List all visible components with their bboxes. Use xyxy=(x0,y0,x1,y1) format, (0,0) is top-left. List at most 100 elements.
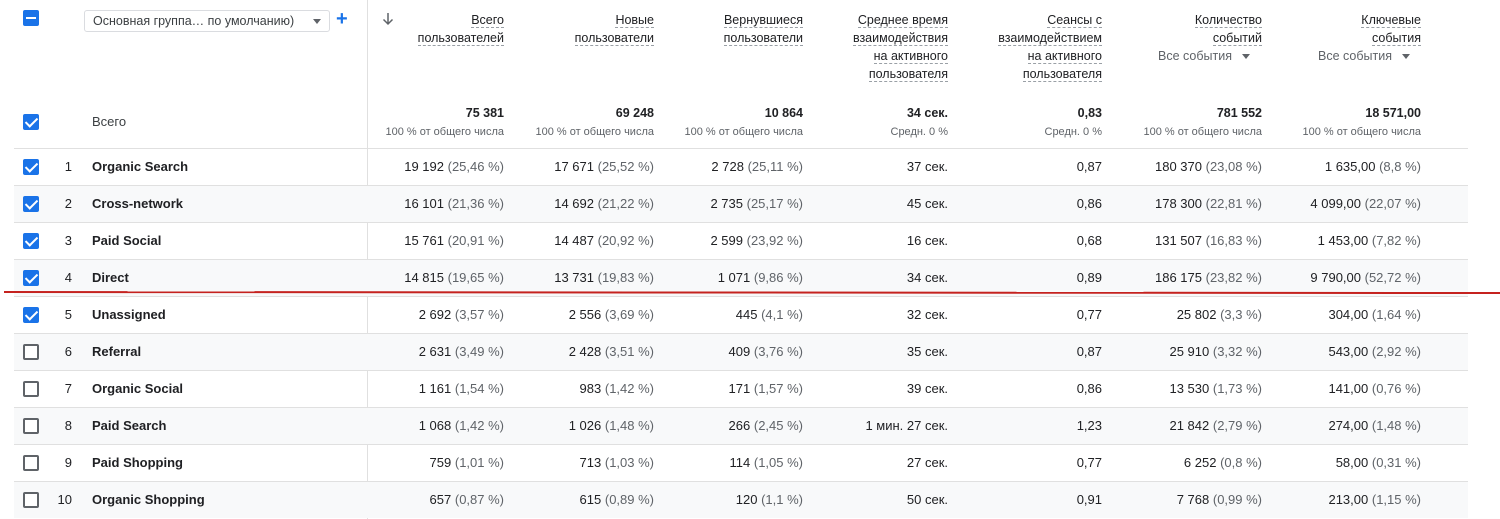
row-channel-name: Referral xyxy=(92,344,142,359)
cell-percent: (23,92 %) xyxy=(746,233,803,248)
cell-value: 266 xyxy=(728,418,751,433)
cell-value: 304,00 xyxy=(1328,307,1369,322)
cell-percent: (22,07 %) xyxy=(1364,196,1421,211)
header-new-users[interactable]: Новые пользователи xyxy=(514,11,654,47)
cell-new-users: 1 026 (1,48 %) xyxy=(569,408,654,444)
row-checkbox[interactable] xyxy=(23,159,39,175)
add-dimension-button[interactable]: + xyxy=(336,9,350,29)
row-checkbox[interactable] xyxy=(23,270,39,286)
cell-percent: (1,15 %) xyxy=(1371,492,1421,507)
table-row[interactable]: 8 Paid Search 1 068 (1,42 %) 1 026 (1,48 %)… xyxy=(14,407,1468,444)
row-channel-name: Organic Social xyxy=(92,381,184,396)
header-total-users[interactable]: Всего пользователей xyxy=(364,11,504,47)
cell-percent: (8,8 %) xyxy=(1379,159,1421,174)
row-index: 5 xyxy=(64,307,72,322)
table-row[interactable]: 6 Referral 2 631 (3,49 %) 2 428 (3,51 %) 409… xyxy=(14,333,1468,370)
cell-event-count: 21 842 (2,79 %) xyxy=(1169,408,1262,444)
cell-avg-engagement-time: 27 сек. xyxy=(907,445,948,481)
cell-percent: (1,54 %) xyxy=(454,381,504,396)
cell-percent: (2,92 %) xyxy=(1371,344,1421,359)
cell-value: 1 453,00 xyxy=(1317,233,1369,248)
row-checkbox[interactable] xyxy=(23,344,39,360)
cell-value: 713 xyxy=(579,455,602,470)
cell-value: 114 xyxy=(729,455,751,470)
cell-value: 1 635,00 xyxy=(1324,159,1376,174)
header-avg-engagement-time[interactable]: Среднее время взаимодействия на активног… xyxy=(808,11,948,83)
cell-engaged-sessions: 0,87 xyxy=(1077,149,1102,185)
cell-percent: (0,89 %) xyxy=(604,492,654,507)
cell-key-events: 141,00 (0,76 %) xyxy=(1328,371,1421,407)
cell-value: 0,91 xyxy=(1076,492,1102,507)
cell-value: 32 сек. xyxy=(906,307,948,322)
cell-value: 178 300 xyxy=(1155,196,1202,211)
cell-value: 58,00 xyxy=(1335,455,1369,470)
row-checkbox[interactable] xyxy=(23,233,39,249)
cell-value: 409 xyxy=(728,344,751,359)
cell-percent: (1,42 %) xyxy=(604,381,654,396)
cell-value: 2 735 xyxy=(710,196,743,211)
row-checkbox[interactable] xyxy=(23,455,39,471)
cell-avg-engagement-time: 35 сек. xyxy=(907,334,948,370)
cell-value: 9 790,00 xyxy=(1310,270,1361,285)
table-row[interactable]: 3 Paid Social 15 761 (20,91 %) 14 487 (20,9… xyxy=(14,222,1468,259)
header-key-events[interactable]: Ключевые события xyxy=(1281,11,1421,47)
cell-key-events: 1 453,00 (7,82 %) xyxy=(1318,223,1421,259)
row-checkbox[interactable] xyxy=(23,492,39,508)
cell-value: 19 192 xyxy=(404,159,444,174)
new-users-total: 69 248 100 % от общего числа xyxy=(535,106,654,138)
cell-value: 37 сек. xyxy=(906,159,948,174)
row-channel-name: Unassigned xyxy=(92,307,166,322)
cell-engaged-sessions: 0,86 xyxy=(1077,186,1102,222)
cell-avg-engagement-time: 32 сек. xyxy=(907,297,948,333)
cell-value: 131 507 xyxy=(1155,233,1202,248)
cell-percent: (20,91 %) xyxy=(447,233,504,248)
row-checkbox[interactable] xyxy=(23,418,39,434)
cell-value: 1 161 xyxy=(418,381,452,396)
table-row[interactable]: 9 Paid Shopping 759 (1,01 %) 713 (1,03 %) 11… xyxy=(14,444,1468,481)
cell-percent: (3,57 %) xyxy=(454,307,504,322)
cell-percent: (1,48 %) xyxy=(604,418,654,433)
row-checkbox[interactable] xyxy=(23,307,39,323)
cell-percent: (1,01 %) xyxy=(454,455,504,470)
cell-value: 0,87 xyxy=(1076,344,1102,359)
cell-value: 1 026 xyxy=(568,418,602,433)
cell-key-events: 304,00 (1,64 %) xyxy=(1328,297,1421,333)
cell-event-count: 25 910 (3,32 %) xyxy=(1169,334,1262,370)
cell-avg-engagement-time: 1 мин. 27 сек. xyxy=(865,408,948,444)
cell-percent: (3,69 %) xyxy=(604,307,654,322)
cell-value: 14 487 xyxy=(554,233,594,248)
header-event-count[interactable]: Количество событий xyxy=(1122,11,1262,47)
table-row[interactable]: 7 Organic Social 1 161 (1,54 %) 983 (1,42 %… xyxy=(14,370,1468,407)
totals-checkbox[interactable] xyxy=(23,114,39,130)
totals-label: Всего xyxy=(92,114,127,129)
event-count-filter-select[interactable]: Все события xyxy=(1158,49,1250,63)
row-channel-name: Organic Search xyxy=(92,159,189,174)
cell-returning-users: 2 728 (25,11 %) xyxy=(711,149,803,185)
cell-percent: (3,3 %) xyxy=(1220,307,1262,322)
table-row[interactable]: 2 Cross-network 16 101 (21,36 %) 14 692 (21… xyxy=(14,185,1468,222)
header-engaged-sessions[interactable]: Сеансы с взаимодействием на активного по… xyxy=(962,11,1102,83)
table-row[interactable]: 10 Organic Shopping 657 (0,87 %) 615 (0,89 … xyxy=(14,481,1468,518)
row-checkbox[interactable] xyxy=(23,196,39,212)
dimension-dropdown[interactable]: Основная группа… по умолчанию) xyxy=(84,10,330,32)
header-returning-users[interactable]: Вернувшиеся пользователи xyxy=(663,11,803,47)
cell-returning-users: 409 (3,76 %) xyxy=(729,334,803,370)
cell-engaged-sessions: 0,77 xyxy=(1077,445,1102,481)
cell-value: 213,00 xyxy=(1328,492,1369,507)
cell-value: 2 599 xyxy=(710,233,743,248)
table-row[interactable]: 1 Organic Search 19 192 (25,46 %) 17 671 (2… xyxy=(14,148,1468,185)
cell-total-users: 16 101 (21,36 %) xyxy=(404,186,504,222)
key-events-filter-select[interactable]: Все события xyxy=(1318,49,1410,63)
cell-engaged-sessions: 0,91 xyxy=(1077,482,1102,518)
select-all-indeterminate-checkbox[interactable] xyxy=(23,10,39,26)
cell-value: 15 761 xyxy=(404,233,444,248)
cell-new-users: 14 487 (20,92 %) xyxy=(554,223,654,259)
cell-engaged-sessions: 1,23 xyxy=(1077,408,1102,444)
cell-value: 35 сек. xyxy=(906,344,948,359)
cell-percent: (4,1 %) xyxy=(761,307,803,322)
table-row[interactable]: 5 Unassigned 2 692 (3,57 %) 2 556 (3,69 %) 4… xyxy=(14,296,1468,333)
row-channel-name: Organic Shopping xyxy=(92,492,205,507)
cell-value: 2 692 xyxy=(418,307,452,322)
cell-avg-engagement-time: 16 сек. xyxy=(907,223,948,259)
row-checkbox[interactable] xyxy=(23,381,39,397)
